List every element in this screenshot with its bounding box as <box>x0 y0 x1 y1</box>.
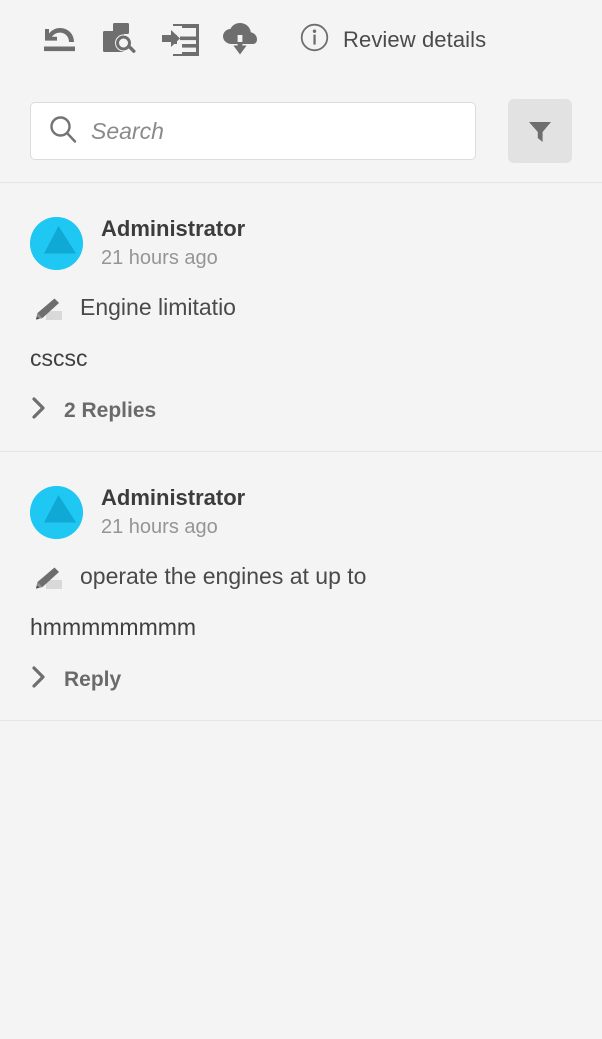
cloud-download-icon <box>221 23 259 57</box>
comment-body-text: hmmmmmmmm <box>30 614 197 641</box>
comment-quote-row: Engine limitatio <box>30 293 572 328</box>
search-input[interactable] <box>91 103 457 159</box>
comment-body-text: cscsc <box>30 345 88 372</box>
comment-quote-text: operate the engines at up to <box>80 563 367 590</box>
chevron-right-icon <box>30 665 48 694</box>
search-row <box>0 80 602 182</box>
comment-replies-label: Reply <box>64 667 122 691</box>
filter-button[interactable] <box>508 99 572 163</box>
comment-timestamp: 21 hours ago <box>101 247 218 270</box>
filter-funnel-icon <box>525 115 555 148</box>
revert-icon <box>39 24 81 56</box>
document-search-icon-button[interactable] <box>90 10 150 70</box>
revert-icon-button[interactable] <box>30 10 90 70</box>
avatar <box>30 216 83 270</box>
info-circle-icon <box>300 23 329 57</box>
comment-author-name: Administrator <box>101 216 246 241</box>
comment-author-row: Administrator 21 hours ago <box>30 484 572 540</box>
comment-card[interactable]: Administrator 21 hours ago Engine limita… <box>0 183 602 452</box>
comment-list-empty-area <box>0 721 602 1039</box>
comment-author-meta: Administrator 21 hours ago <box>101 484 245 540</box>
comment-author-row: Administrator 21 hours ago <box>30 215 572 271</box>
comment-replies-label: 2 Replies <box>64 398 157 422</box>
avatar <box>30 485 83 539</box>
search-icon <box>49 115 77 148</box>
highlighter-icon <box>30 297 64 328</box>
comment-replies-toggle[interactable]: Reply <box>30 665 572 694</box>
search-box[interactable] <box>30 102 476 160</box>
comment-quote-row: operate the engines at up to <box>30 562 572 597</box>
comment-author-name: Administrator <box>101 485 246 511</box>
cloud-download-icon-button[interactable] <box>210 10 270 70</box>
comment-card[interactable]: Administrator 21 hours ago operate the e… <box>0 452 602 721</box>
document-search-icon <box>101 22 139 58</box>
comments-panel: Review details Search Administrator 21 h… <box>0 0 602 1039</box>
comment-list: Administrator 21 hours ago Engine limita… <box>0 183 602 1039</box>
import-comments-icon-button[interactable] <box>150 10 210 70</box>
review-details-label: Review details <box>343 27 487 52</box>
comment-quote-text: Engine limitatio <box>80 294 236 321</box>
comment-author-meta: Administrator 21 hours ago <box>101 215 245 271</box>
review-details-button[interactable]: Review details <box>300 23 486 57</box>
chevron-right-icon <box>30 396 48 425</box>
toolbar: Review details <box>0 0 602 80</box>
comment-timestamp: 21 hours ago <box>101 516 218 539</box>
import-comments-icon <box>161 24 199 56</box>
highlighter-icon <box>30 566 64 597</box>
comment-replies-toggle[interactable]: 2 Replies <box>30 396 572 425</box>
